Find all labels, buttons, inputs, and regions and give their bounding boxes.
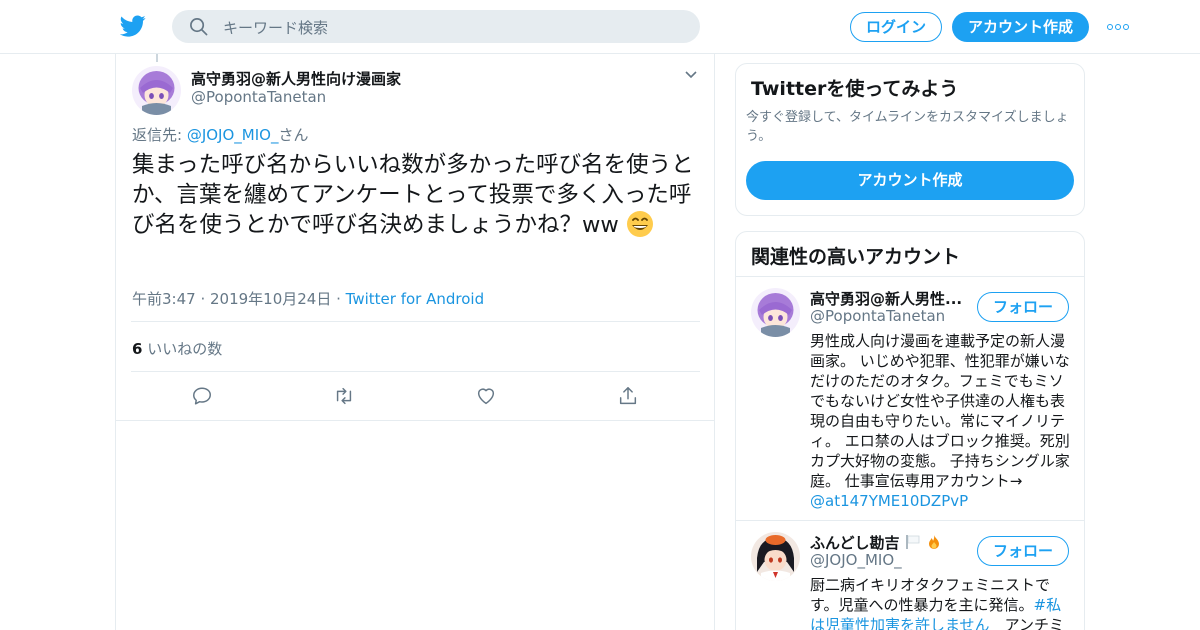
tweet-author-handle[interactable]: @PopontaTanetan: [191, 88, 326, 106]
twitter-bird-logo-icon[interactable]: [120, 13, 146, 39]
signup-card: Twitterを使ってみよう 今すぐ登録して、タイムラインをカスタマイズしましょ…: [735, 63, 1085, 216]
share-icon[interactable]: [617, 385, 639, 407]
chevron-down-icon[interactable]: [684, 70, 698, 80]
related-accounts-title: 関連性の高いアカウント: [751, 246, 961, 268]
account-bio-text: 男性成人向け漫画を連載予定の新人漫画家。 いじめや犯罪、性犯罪が嫌いなだけのただ…: [810, 332, 1070, 490]
thread-connector-line: [156, 54, 158, 62]
retweet-icon[interactable]: [333, 385, 355, 407]
avatar[interactable]: [751, 288, 800, 337]
tweet-bottom-border: [116, 420, 714, 421]
follow-button[interactable]: フォロー: [977, 536, 1069, 566]
related-accounts-card: 関連性の高いアカウント 高守勇羽@新人男性... @PopontaTanetan…: [735, 231, 1085, 630]
divider: [736, 520, 1084, 521]
top-navigation-bar: キーワード検索 ログイン アカウント作成: [0, 0, 1200, 54]
reply-to-link[interactable]: @JOJO_MIO_: [187, 126, 279, 144]
account-bio-link[interactable]: @at147YME10DZPvP: [810, 492, 968, 510]
like-count-label: いいねの数: [147, 340, 223, 358]
account-bio: 厨二病イキリオタクフェミニストです。児童への性暴力を主に発信。#私は児童性加害を…: [810, 575, 1072, 630]
grinning-face-emoji-icon: [626, 211, 653, 237]
reply-icon[interactable]: [191, 385, 213, 407]
search-bar[interactable]: キーワード検索: [172, 10, 700, 43]
account-bio-text-end: アンチミ: [989, 616, 1064, 630]
tweet-author-name[interactable]: 高守勇羽@新人男性向け漫画家: [191, 68, 401, 89]
account-bio: 男性成人向け漫画を連載予定の新人漫画家。 いじめや犯罪、性犯罪が嫌いなだけのただ…: [810, 331, 1072, 511]
avatar[interactable]: [132, 66, 181, 115]
login-button[interactable]: ログイン: [850, 12, 942, 42]
tweet-source-link[interactable]: Twitter for Android: [346, 290, 484, 308]
avatar-image: [751, 288, 800, 337]
account-name[interactable]: 高守勇羽@新人男性...: [810, 288, 962, 309]
account-name: ふんどし勘吉: [810, 532, 942, 553]
reply-context: 返信先: @JOJO_MIO_さん: [132, 124, 308, 145]
avatar[interactable]: [751, 532, 800, 581]
tweet-meta: 午前3:47 · 2019年10月24日 · Twitter for Andro…: [132, 288, 484, 309]
divider: [131, 321, 700, 322]
signup-button[interactable]: アカウント作成: [952, 12, 1089, 42]
signup-card-description: 今すぐ登録して、タイムラインをカスタマイズしましょう。: [746, 110, 1069, 144]
like-count-value: 6: [132, 340, 143, 358]
heart-icon[interactable]: [475, 385, 497, 407]
avatar-image: [751, 532, 800, 581]
divider: [736, 276, 1084, 277]
more-options-icon[interactable]: [1107, 24, 1129, 30]
account-handle[interactable]: @PopontaTanetan: [810, 307, 945, 325]
tweet-column: 高守勇羽@新人男性向け漫画家 @PopontaTanetan 返信先: @JOJ…: [115, 54, 715, 630]
account-bio-text: 厨二病イキリオタクフェミニストです。児童への性暴力を主に発信。: [810, 576, 1051, 614]
divider: [131, 371, 700, 372]
tweet-text: 集まった呼び名からいいね数が多かった呼び名を使うとか、言葉を纏めてアンケートとっ…: [132, 150, 702, 240]
account-handle[interactable]: @JOJO_MIO_: [810, 551, 902, 569]
signup-card-title: Twitterを使ってみよう: [751, 78, 959, 100]
tweet-body: 集まった呼び名からいいね数が多かった呼び名を使うとか、言葉を纏めてアンケートとっ…: [132, 152, 694, 238]
follow-button[interactable]: フォロー: [977, 292, 1069, 322]
avatar-image: [132, 66, 181, 115]
meta-separator: ·: [331, 290, 346, 308]
fire-icon: [929, 535, 940, 549]
white-flag-icon: [906, 535, 920, 549]
account-name-text[interactable]: ふんどし勘吉: [810, 534, 900, 552]
reply-prefix: 返信先:: [132, 126, 187, 144]
signup-card-button[interactable]: アカウント作成: [746, 161, 1074, 200]
search-icon: [190, 18, 208, 36]
likes-count[interactable]: 6 いいねの数: [132, 338, 222, 359]
tweet-timestamp[interactable]: 午前3:47 · 2019年10月24日: [132, 290, 331, 308]
reply-suffix: さん: [278, 126, 309, 144]
search-input[interactable]: キーワード検索: [223, 17, 328, 38]
